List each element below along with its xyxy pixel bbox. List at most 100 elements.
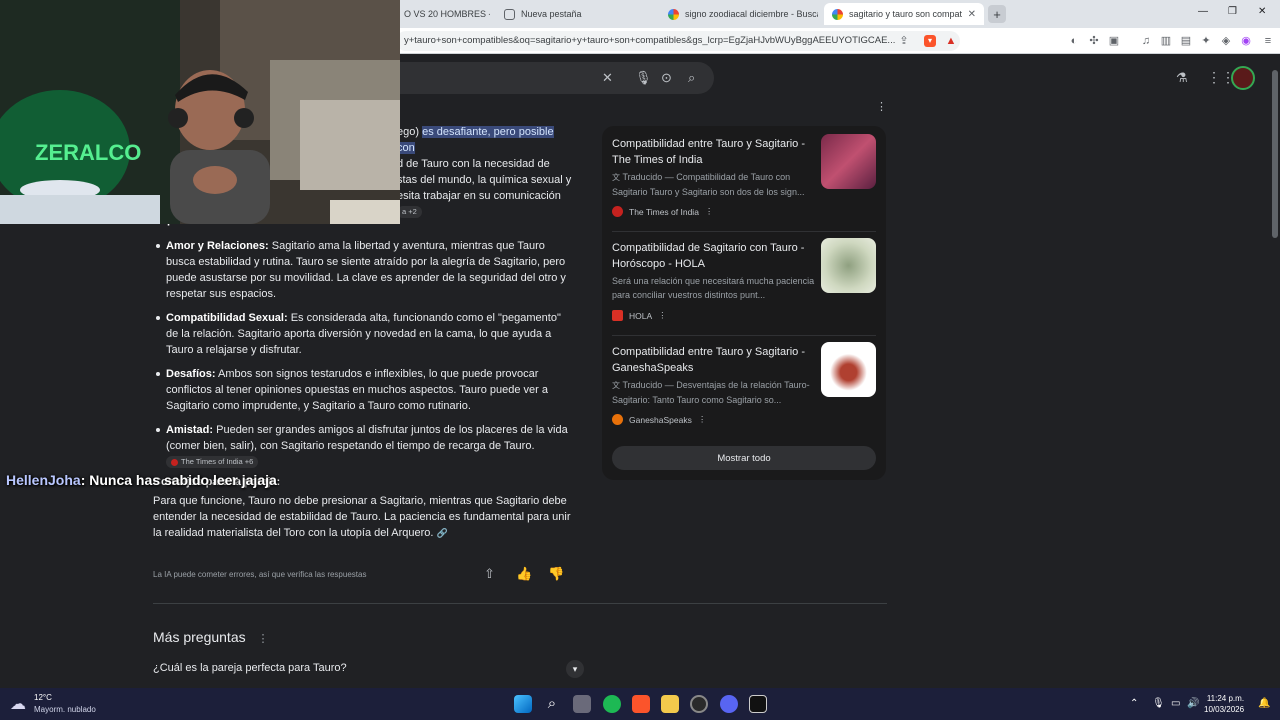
chat-text: : Nunca has sabido leer jajaja bbox=[80, 472, 277, 488]
list-item: Amistad: Pueden ser grandes amigos al di… bbox=[153, 422, 573, 470]
clear-icon[interactable]: ✕ bbox=[602, 70, 613, 86]
more-options-icon[interactable]: ⋮ bbox=[698, 414, 707, 425]
divider bbox=[612, 231, 876, 232]
share-icon[interactable]: ⇧ bbox=[484, 566, 495, 582]
tips-text: Para que funcione, Tauro no debe presion… bbox=[153, 493, 573, 541]
streaming-app-icon[interactable] bbox=[749, 695, 767, 713]
weather-desc[interactable]: Mayorm. nublado bbox=[34, 705, 96, 714]
search-box[interactable]: ✕ 🎙 ⊙ ⌕ bbox=[392, 62, 714, 94]
music-icon[interactable]: ♫ bbox=[1140, 35, 1152, 47]
screenshot-icon[interactable]: ▣ bbox=[1108, 35, 1120, 47]
intro-line: d de Tauro con la necesidad de bbox=[397, 158, 550, 170]
address-bar[interactable]: y+tauro+son+compatibles&oq=sagitario+y+t… bbox=[396, 31, 960, 51]
weather-temp[interactable]: 12°C bbox=[34, 693, 52, 702]
sidebar-icon[interactable]: ▥ bbox=[1160, 35, 1172, 47]
extension-icon[interactable]: ◐ bbox=[1068, 35, 1080, 47]
leo-icon[interactable]: ✦ bbox=[1200, 35, 1212, 47]
labs-icon[interactable]: ⚗ bbox=[1176, 70, 1188, 86]
brave-rewards-icon[interactable]: ▲ bbox=[945, 35, 957, 47]
source-thumbnail[interactable] bbox=[821, 342, 876, 397]
volume-icon[interactable]: 🔊 bbox=[1187, 698, 1199, 709]
bullet-text: Ambos son signos testarudos e inflexible… bbox=[166, 368, 548, 412]
source-chip[interactable]: a +2 bbox=[397, 206, 422, 219]
source-title[interactable]: Compatibilidad entre Tauro y Sagitario -… bbox=[612, 344, 810, 376]
network-icon[interactable]: ▭ bbox=[1171, 698, 1180, 709]
tab-title: sagitario y tauro son compatible bbox=[849, 9, 962, 19]
window-close-icon[interactable]: ✕ bbox=[1258, 6, 1266, 17]
site-name: The Times of India bbox=[629, 206, 699, 217]
hola-icon bbox=[612, 310, 623, 321]
notification-icon[interactable]: 🔔 bbox=[1258, 698, 1270, 709]
brave-ai-icon[interactable]: ◉ bbox=[1240, 35, 1252, 47]
source-chip[interactable]: The Times of India +6 bbox=[166, 456, 259, 469]
tab-title: signo zoodiacal diciembre - Buscar co bbox=[685, 9, 818, 19]
list-item: Desafíos: Ambos son signos testarudos e … bbox=[153, 366, 573, 414]
vpn-icon[interactable]: ◈ bbox=[1220, 35, 1232, 47]
chevron-down-icon[interactable]: ▾ bbox=[566, 660, 584, 678]
list-item: Amor y Relaciones: Sagitario ama la libe… bbox=[153, 238, 573, 302]
share-icon[interactable]: ⇪ bbox=[898, 35, 910, 47]
tab-new-tab[interactable]: Nueva pestaña bbox=[496, 3, 654, 25]
divider bbox=[612, 335, 876, 336]
link-icon[interactable]: 🔗 bbox=[437, 528, 448, 538]
highlighted-text: es desafiante, pero posible con bbox=[397, 126, 554, 154]
webcam-image: ZERALCO bbox=[0, 0, 400, 224]
source-description: Será una relación que necesitará mucha p… bbox=[612, 276, 815, 300]
bullet-label: Amistad: bbox=[166, 424, 214, 436]
source-card[interactable]: Compatibilidad entre Tauro y Sagitario -… bbox=[612, 342, 876, 434]
tab-search-sagitario[interactable]: sagitario y tauro son compatible ✕ bbox=[824, 3, 984, 25]
obs-icon[interactable] bbox=[690, 695, 708, 713]
google-icon bbox=[832, 8, 843, 20]
search-icon[interactable]: ⌕ bbox=[543, 695, 561, 713]
avatar[interactable] bbox=[1231, 66, 1255, 90]
chevron-up-icon[interactable]: ⌃ bbox=[1130, 698, 1138, 709]
source-title[interactable]: Compatibilidad entre Tauro y Sagitario -… bbox=[612, 136, 810, 168]
thumbs-up-icon[interactable]: 👍 bbox=[516, 566, 532, 582]
mic-icon[interactable]: 🎙 bbox=[1152, 698, 1165, 709]
weather-icon[interactable]: ☁ bbox=[10, 694, 26, 714]
source-description: 文 Traducido — Compatibilidad de Tauro co… bbox=[612, 172, 805, 197]
task-view-icon[interactable] bbox=[573, 695, 591, 713]
new-tab-button[interactable]: + bbox=[988, 5, 1006, 23]
source-thumbnail[interactable] bbox=[821, 134, 876, 189]
minimize-icon[interactable]: — bbox=[1198, 6, 1208, 17]
clock-time: 11:24 p.m. bbox=[1206, 694, 1245, 703]
question-item[interactable]: ¿Cuál es la pareja perfecta para Tauro? bbox=[153, 662, 347, 674]
brave-shield-icon[interactable]: ▾ bbox=[924, 35, 936, 47]
more-options-icon[interactable]: ⋮ bbox=[658, 310, 667, 321]
search-icon[interactable]: ⌕ bbox=[688, 70, 695, 86]
tab-title: Nueva pestaña bbox=[521, 9, 582, 19]
translate-icon: 文 bbox=[612, 173, 620, 182]
mic-icon[interactable]: 🎙 bbox=[635, 70, 652, 86]
more-options-icon[interactable]: ⋮ bbox=[705, 206, 714, 217]
site-name: HOLA bbox=[629, 310, 653, 321]
menu-icon[interactable]: ≡ bbox=[1262, 35, 1274, 47]
sources-panel: Compatibilidad entre Tauro y Sagitario -… bbox=[602, 126, 886, 480]
discord-icon[interactable] bbox=[720, 695, 738, 713]
source-title[interactable]: Compatibilidad de Sagitario con Tauro - … bbox=[612, 240, 810, 272]
windows-start-icon[interactable] bbox=[514, 695, 532, 713]
tab-search-signo[interactable]: signo zoodiacal diciembre - Buscar co bbox=[660, 3, 818, 25]
stream-chat-message: HellenJoha: Nunca has sabido leer jajaja bbox=[6, 472, 277, 488]
intro-line: stas del mundo, la química sexual y bbox=[397, 174, 572, 186]
wallet-icon[interactable]: ▤ bbox=[1180, 35, 1192, 47]
source-thumbnail[interactable] bbox=[821, 238, 876, 293]
tab-video[interactable]: O VS 20 HOMBRES - Y bbox=[396, 3, 490, 25]
puzzle-icon[interactable]: ✣ bbox=[1088, 35, 1100, 47]
more-options-icon[interactable]: ⋮ bbox=[876, 100, 887, 113]
brave-icon[interactable] bbox=[632, 695, 650, 713]
lens-icon[interactable]: ⊙ bbox=[661, 70, 672, 86]
clock[interactable]: 11:24 p.m. 10/03/2026 bbox=[1204, 693, 1244, 715]
thumbs-down-icon[interactable]: 👎 bbox=[548, 566, 564, 582]
source-card[interactable]: Compatibilidad de Sagitario con Tauro - … bbox=[612, 238, 876, 330]
source-site: The Times of India ⋮ bbox=[612, 206, 713, 217]
close-icon[interactable]: ✕ bbox=[968, 9, 976, 20]
file-explorer-icon[interactable] bbox=[661, 695, 679, 713]
google-icon bbox=[668, 8, 679, 20]
scrollbar-thumb[interactable] bbox=[1272, 70, 1278, 238]
more-options-icon[interactable]: ⋮ bbox=[258, 633, 269, 645]
spotify-icon[interactable] bbox=[603, 695, 621, 713]
maximize-icon[interactable]: ❐ bbox=[1228, 6, 1237, 17]
source-card[interactable]: Compatibilidad entre Tauro y Sagitario -… bbox=[612, 134, 876, 226]
show-all-button[interactable]: Mostrar todo bbox=[612, 446, 876, 470]
